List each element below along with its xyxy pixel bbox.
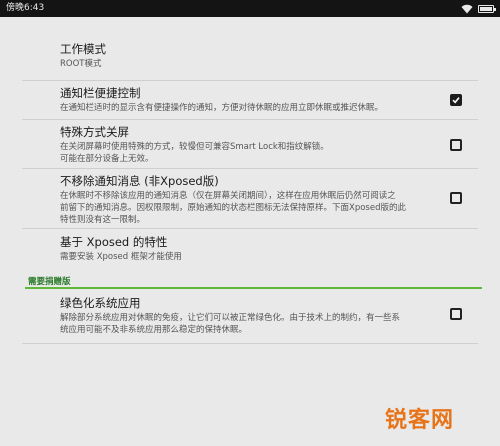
pref-title: 特殊方式关屏	[60, 125, 129, 139]
wifi-icon	[461, 4, 473, 13]
battery-icon	[478, 4, 496, 13]
greenify-system-apps-checkbox[interactable]	[450, 308, 462, 320]
pref-summary: 在通知栏适时的显示含有便捷操作的通知，方便对待休眠的应用立即休眠或推迟休眠。	[60, 103, 384, 113]
pref-summary-line: 解除部分系统应用对休眠的免疫，让它们可以被正常绿色化。由于技术上的制约，有一些系	[60, 313, 401, 323]
pref-work-mode[interactable]: 工作模式 ROOT模式	[60, 42, 462, 70]
pref-summary-line: 前留下的通知消息。因权限限制，原始通知的状态栏图标无法保持原样。下面Xposed…	[60, 203, 406, 213]
notification-control-checkbox[interactable]	[450, 94, 462, 106]
status-bar: 傍晚6:43	[0, 0, 500, 17]
pref-keep-notifications[interactable]: 不移除通知消息 (非Xposed版) 在休眠时不移除该应用的通知消息（仅在屏幕关…	[60, 174, 462, 226]
pref-summary: 需要安装 Xposed 框架才能使用	[60, 252, 182, 262]
pref-title: 不移除通知消息 (非Xposed版)	[60, 174, 219, 188]
special-screen-off-checkbox[interactable]	[450, 139, 462, 151]
pref-title: 绿色化系统应用	[60, 296, 141, 310]
divider	[22, 80, 478, 81]
pref-greenify-system-apps[interactable]: 绿色化系统应用 解除部分系统应用对休眠的免疫，让它们可以被正常绿色化。由于技术上…	[60, 296, 462, 336]
watermark-logo: 锐客网	[385, 408, 455, 433]
divider	[22, 168, 478, 169]
pref-title: 工作模式	[60, 42, 106, 56]
pref-summary: ROOT模式	[60, 59, 102, 69]
pref-title: 基于 Xposed 的特性	[60, 235, 168, 249]
pref-xposed-features[interactable]: 基于 Xposed 的特性 需要安装 Xposed 框架才能使用	[60, 235, 462, 263]
status-time: 傍晚6:43	[6, 3, 45, 13]
pref-title: 通知栏便捷控制	[60, 86, 141, 100]
divider	[22, 228, 478, 229]
pref-summary-line: 统应用可能不及非系统应用那么稳定的保持休眠。	[60, 325, 248, 335]
pref-summary-line: 可能在部分设备上无效。	[60, 154, 154, 164]
pref-summary-line: 在休眠时不移除该应用的通知消息（仅在屏幕关闭期间），这样在应用休眠后仍然可阅读之	[60, 191, 396, 201]
category-divider	[25, 287, 482, 289]
divider	[22, 119, 478, 120]
pref-notification-control[interactable]: 通知栏便捷控制 在通知栏适时的显示含有便捷操作的通知，方便对待休眠的应用立即休眠…	[60, 86, 462, 114]
pref-summary-line: 在关闭屏幕时使用特殊的方式，较慢但可兼容Smart Lock和指纹解锁。	[60, 142, 329, 152]
keep-notifications-checkbox[interactable]	[450, 192, 462, 204]
check-icon	[452, 97, 460, 104]
category-header: 需要捐赠版	[28, 277, 71, 287]
pref-summary-line: 特性则没有这一限制。	[60, 215, 146, 225]
status-icons	[461, 0, 496, 17]
divider	[22, 343, 478, 344]
pref-special-screen-off[interactable]: 特殊方式关屏 在关闭屏幕时使用特殊的方式，较慢但可兼容Smart Lock和指纹…	[60, 125, 462, 165]
